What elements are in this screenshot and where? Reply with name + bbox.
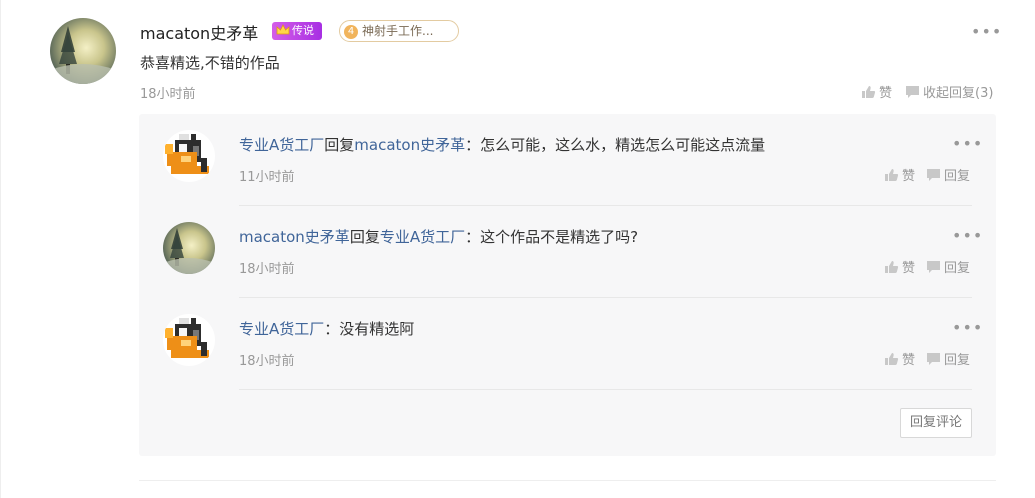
collapse-replies-label: 收起回复(3)	[923, 86, 994, 101]
robot-avatar-icon	[163, 130, 215, 182]
reply-list: 专业A货工厂回复macaton史矛革：怎么可能，这么水，精选怎么可能这点流量 1…	[139, 114, 996, 456]
reply-text: 这个作品不是精选了吗?	[480, 228, 639, 246]
comment-more-button[interactable]: •••	[971, 24, 1002, 40]
thumbs-up-icon	[885, 352, 899, 365]
comment-time: 18小时前	[140, 87, 196, 102]
reply-text: 怎么可能，这么水，精选怎么可能这点流量	[480, 136, 766, 154]
thumbs-up-icon	[885, 168, 899, 181]
reply-like-label: 赞	[902, 169, 916, 184]
collapse-replies-button[interactable]: 收起回复(3)	[905, 82, 993, 101]
reply-reply-label: 回复	[944, 261, 971, 276]
reply-word: 回复	[349, 228, 380, 246]
comment-text: 恭喜精选,不错的作品	[140, 54, 280, 72]
reply-divider	[239, 389, 972, 390]
reply-reply-button[interactable]: 回复	[926, 165, 970, 184]
reply-time: 11小时前	[239, 170, 295, 185]
reply-reply-button[interactable]: 回复	[926, 257, 970, 276]
comment-like-button[interactable]: 赞	[861, 82, 892, 101]
reply-separator: ：	[465, 228, 481, 246]
reply-separator: ：	[324, 320, 340, 338]
crown-icon	[276, 24, 290, 35]
legend-badge-label: 传说	[292, 24, 314, 37]
speech-bubble-icon	[927, 352, 940, 365]
reply-avatar[interactable]	[163, 130, 215, 182]
reply-separator: ：	[465, 136, 481, 154]
level-number: 4	[344, 25, 358, 39]
reply-author-link[interactable]: 专业A货工厂	[239, 320, 324, 338]
reply-more-button[interactable]: •••	[952, 136, 983, 152]
thumbs-up-icon	[862, 85, 876, 98]
reply-content: 专业A货工厂：没有精选阿	[239, 318, 414, 339]
legend-badge[interactable]: 传说	[272, 22, 322, 40]
reply-reply-button[interactable]: 回复	[926, 349, 970, 368]
reply-reply-label: 回复	[944, 353, 971, 368]
reply-like-label: 赞	[902, 353, 916, 368]
reply-reply-label: 回复	[944, 169, 971, 184]
reply-like-button[interactable]: 赞	[884, 165, 915, 184]
reply-content: macaton史矛革回复专业A货工厂：这个作品不是精选了吗?	[239, 226, 638, 247]
reply-like-button[interactable]: 赞	[884, 257, 915, 276]
reply-comment-button[interactable]: 回复评论	[900, 408, 972, 438]
thumbs-up-icon	[885, 260, 899, 273]
reply-more-button[interactable]: •••	[952, 228, 983, 244]
left-border	[0, 0, 1, 498]
reply-target-link[interactable]: macaton史矛革	[354, 136, 465, 154]
reply-author-link[interactable]: macaton史矛革	[239, 228, 350, 246]
reply-author-link[interactable]: 专业A货工厂	[239, 136, 324, 154]
reply-avatar[interactable]	[163, 222, 215, 274]
reply-word: 回复	[324, 136, 355, 154]
speech-bubble-icon	[906, 85, 919, 98]
reply-text: 没有精选阿	[339, 320, 415, 338]
comment-bottom-divider	[139, 480, 996, 481]
reply-item: 专业A货工厂回复macaton史矛革：怎么可能，这么水，精选怎么可能这点流量 1…	[139, 114, 996, 206]
reply-like-label: 赞	[902, 261, 916, 276]
user-avatar[interactable]	[50, 18, 116, 84]
reply-target-link[interactable]: 专业A货工厂	[380, 228, 465, 246]
comment-username[interactable]: macaton史矛革	[140, 20, 258, 44]
level-badge[interactable]: 4 神射手工作...	[339, 20, 459, 42]
reply-item: macaton史矛革回复专业A货工厂：这个作品不是精选了吗? 18小时前 •••…	[139, 206, 996, 298]
reply-item: 专业A货工厂：没有精选阿 18小时前 ••• 赞 回复	[139, 298, 996, 390]
reply-time: 18小时前	[239, 354, 295, 369]
level-badge-label: 神射手工作...	[362, 24, 434, 38]
comment-like-label: 赞	[879, 86, 893, 101]
reply-content: 专业A货工厂回复macaton史矛革：怎么可能，这么水，精选怎么可能这点流量	[239, 134, 765, 155]
reply-like-button[interactable]: 赞	[884, 349, 915, 368]
speech-bubble-icon	[927, 260, 940, 273]
reply-more-button[interactable]: •••	[952, 320, 983, 336]
robot-avatar-icon	[163, 314, 215, 366]
reply-avatar[interactable]	[163, 314, 215, 366]
reply-time: 18小时前	[239, 262, 295, 277]
winter-scene-avatar-icon	[163, 222, 215, 274]
speech-bubble-icon	[927, 168, 940, 181]
